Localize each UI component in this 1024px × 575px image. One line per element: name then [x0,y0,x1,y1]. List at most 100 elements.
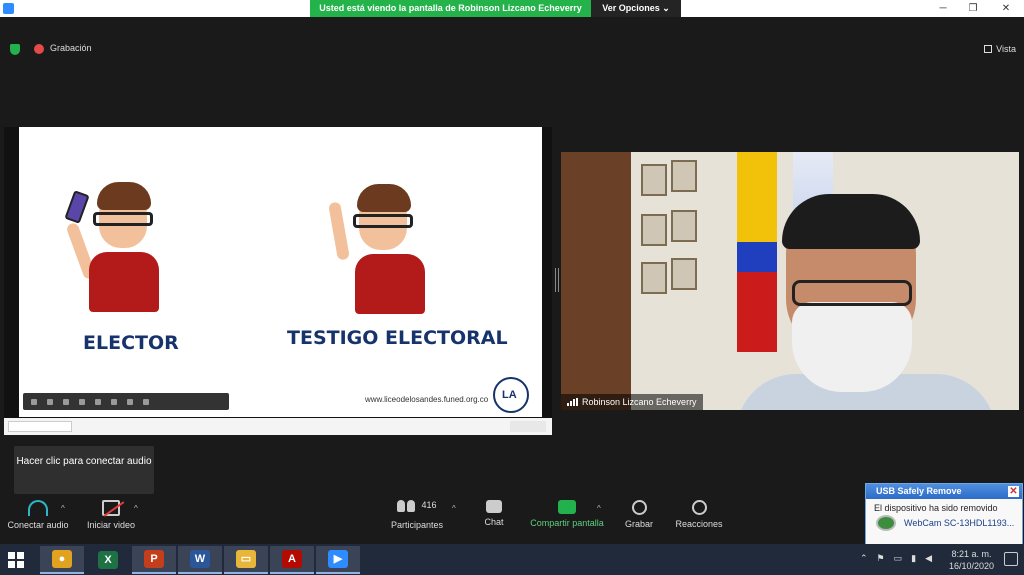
word-icon: W [190,550,210,568]
minimize-button[interactable]: ─ [928,0,958,17]
participant-person [736,194,996,410]
notification-title: USB Safely Remove ✕ [866,484,1022,499]
phone-icon [64,190,90,224]
notifications-icon[interactable] [1004,552,1018,566]
acrobat-icon: A [282,550,302,568]
taskbar-word[interactable]: W [178,546,222,574]
start-video-button[interactable]: Iniciar video [82,500,140,530]
wall-diploma [641,164,667,196]
audio-options-caret[interactable]: ^ [61,504,65,513]
display-icon[interactable]: ▭ [894,553,903,564]
participants-options-caret[interactable]: ^ [452,504,456,513]
taskbar-file-explorer[interactable]: ▭ [224,546,268,574]
video-options-caret[interactable]: ^ [134,504,138,513]
connect-audio-tooltip: Hacer clic para conectar audio [14,446,154,494]
window-titlebar: Usted está viendo la pantalla de Robinso… [0,0,1024,17]
windows-start-icon[interactable] [8,552,24,568]
shared-screen: ELECTOR TESTIGO ELECTORAL www.liceodelos… [4,127,552,435]
notes-icon[interactable] [95,398,101,405]
pointer-icon[interactable] [111,398,117,405]
view-button[interactable]: Vista [984,41,1016,56]
zoom-app-icon [3,3,14,14]
participants-count: 416 [421,500,437,510]
notification-close-button[interactable]: ✕ [1008,486,1019,497]
website-url: www.liceodelosandes.funed.org.co [365,395,489,404]
connect-audio-label: Conectar audio [7,520,69,530]
figure-body [355,254,425,314]
figure-body [89,252,159,312]
recording-icon [34,44,44,54]
window-controls: ─ ❐ ✕ [928,0,1024,17]
wall-diploma [641,262,667,294]
flag-icon[interactable]: ⚑ [877,553,885,564]
next-icon[interactable] [47,398,53,405]
usb-safely-remove-notification[interactable]: USB Safely Remove ✕ El dispositivo ha si… [865,483,1023,545]
excel-icon: X [98,551,118,569]
close-button[interactable]: ✕ [988,0,1024,17]
share-options-caret[interactable]: ^ [597,504,601,513]
taskbar-acrobat[interactable]: A [270,546,314,574]
zoom-icon[interactable] [127,398,133,405]
participants-label: Participantes [390,520,444,530]
split-resize-handle[interactable] [555,268,559,292]
glasses-icon [792,280,912,306]
windows-taskbar: ● X P W ▭ A ▶ ⌃ ⚑ ▭ ▮ ◀ 8:21 a. m. 16/10… [0,544,1024,575]
system-clock[interactable]: 8:21 a. m. 16/10/2020 [949,548,994,572]
participants-button[interactable]: 416 Participantes [386,500,448,530]
chrome-icon: ● [52,550,72,568]
settings-icon[interactable] [143,398,149,405]
pen-icon[interactable] [79,398,85,405]
figure-arm-raised [328,201,350,261]
restore-button[interactable]: ❐ [958,0,988,17]
taskbar-zoom[interactable]: ▶ [316,546,360,574]
record-label: Grabar [624,519,653,529]
powerpoint-icon: P [144,550,164,568]
share-screen-label: Compartir pantalla [530,518,604,528]
show-all-button[interactable] [510,421,546,432]
security-shield-icon[interactable] [10,44,20,55]
browser-download-bar [4,418,552,435]
presentation-toolbar[interactable] [23,393,229,410]
volume-icon[interactable]: ◀ [925,553,932,564]
taskbar-powerpoint[interactable]: P [132,546,176,574]
share-screen-icon [558,500,576,514]
face-mask [792,302,912,392]
logo-text: LA [502,389,517,401]
system-tray: ⌃ ⚑ ▭ ▮ ◀ [860,553,932,564]
download-item[interactable] [8,421,72,432]
gallery-view-icon [984,44,993,53]
participant-video[interactable]: Robinson Lizcano Echeverry [561,152,1019,410]
network-icon[interactable]: ▮ [911,553,916,564]
screen-share-banner: Usted está viendo la pantalla de Robinso… [310,0,681,17]
figure-hair [97,182,151,210]
start-video-label: Iniciar video [86,520,136,530]
record-button[interactable]: Grabar [620,500,658,529]
removed-device[interactable]: WebCam SC-13HDL1193... [866,513,1022,531]
share-screen-button[interactable]: Compartir pantalla [528,500,606,528]
school-logo: LA [493,377,529,413]
prev-icon[interactable] [31,398,37,405]
notification-message: El dispositivo ha sido removido [874,503,998,513]
presentation-slide: ELECTOR TESTIGO ELECTORAL www.liceodelos… [19,127,542,417]
witness-label: TESTIGO ELECTORAL [287,327,508,349]
wall-diploma [641,214,667,246]
video-background-door [561,152,633,410]
elector-label: ELECTOR [83,332,179,354]
view-options-button[interactable]: Ver Opciones ⌄ [591,0,681,17]
participants-icon: 416 [397,500,437,516]
removed-device-name: WebCam SC-13HDL1193... [904,518,1015,528]
notification-title-text: USB Safely Remove [876,486,962,496]
clock-date: 16/10/2020 [948,561,994,571]
reactions-button[interactable]: Reacciones [672,500,726,529]
chat-icon [486,500,502,513]
reactions-label: Reacciones [675,519,723,529]
chat-button[interactable]: Chat [478,500,510,527]
slide-selector-icon[interactable] [63,398,69,405]
taskbar-chrome[interactable]: ● [40,546,84,574]
wall-diploma [671,210,697,242]
file-explorer-icon: ▭ [236,550,256,568]
taskbar-excel[interactable]: X [86,546,130,574]
tray-overflow-icon[interactable]: ⌃ [860,553,868,564]
participant-name-tag: Robinson Lizcano Echeverry [561,394,703,410]
chat-label: Chat [484,517,504,527]
